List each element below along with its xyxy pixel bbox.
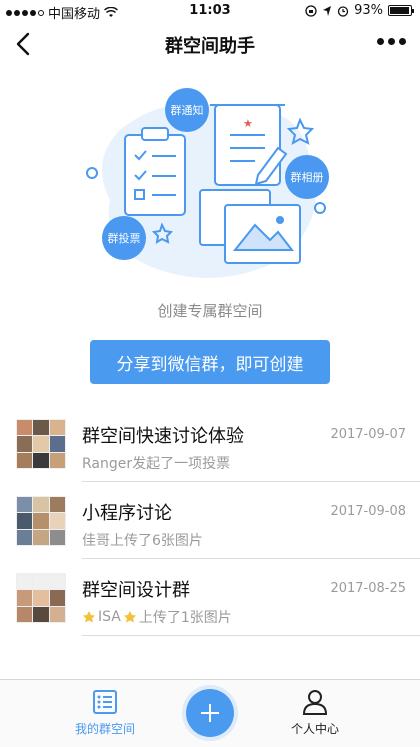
group-activity: ISA 上传了1张图片 xyxy=(82,607,232,627)
group-list: 群空间快速讨论体验 2017-09-07 Ranger发起了一项投票 小程序讨论… xyxy=(0,405,420,636)
plus-icon xyxy=(201,704,219,722)
nav-bar: 群空间助手 xyxy=(0,22,420,66)
group-notice-bubble: 群通知 xyxy=(165,88,209,132)
page-title: 群空间助手 xyxy=(165,36,255,57)
person-icon xyxy=(302,690,328,715)
group-date: 2017-09-08 xyxy=(330,504,406,519)
share-to-group-button[interactable]: 分享到微信群，即可创建 xyxy=(90,340,330,384)
status-right: 93% xyxy=(305,3,414,18)
tab-profile-label: 个人中心 xyxy=(290,722,339,736)
group-avatar xyxy=(16,573,66,623)
hero-illustration: ★ 群通知 群相册 群投票 xyxy=(80,88,340,290)
group-date: 2017-08-25 xyxy=(330,581,406,596)
group-activity: 佳哥上传了6张图片 xyxy=(82,530,203,550)
status-bar: 中国移动 11:03 93% xyxy=(0,0,420,22)
battery-percent: 93% xyxy=(354,3,383,18)
activity-text: 上传了1张图片 xyxy=(138,610,232,626)
activity-text: 佳哥上传了6张图片 xyxy=(82,533,203,549)
svg-text:★: ★ xyxy=(243,117,253,130)
group-date: 2017-09-07 xyxy=(330,427,406,442)
tab-profile[interactable]: 个人中心 xyxy=(260,688,370,737)
divider xyxy=(82,635,420,636)
group-title: 群空间快速讨论体验 xyxy=(82,426,244,447)
activity-text: Ranger发起了一项投票 xyxy=(82,456,231,472)
group-title: 群空间设计群 xyxy=(82,580,190,601)
rotation-lock-icon xyxy=(305,4,317,17)
list-item[interactable]: 群空间设计群 2017-08-25 ISA 上传了1张图片 xyxy=(0,559,420,636)
tab-my-spaces[interactable]: 我的群空间 xyxy=(50,688,160,737)
crown-badge-icon xyxy=(83,611,95,623)
group-vote-bubble: 群投票 xyxy=(102,216,146,260)
location-icon xyxy=(323,5,332,16)
list-item[interactable]: 小程序讨论 2017-09-08 佳哥上传了6张图片 xyxy=(0,482,420,559)
group-album-bubble: 群相册 xyxy=(285,155,329,199)
group-avatar xyxy=(16,419,66,469)
alarm-icon xyxy=(337,5,349,17)
list-icon xyxy=(93,690,117,714)
group-avatar xyxy=(16,496,66,546)
tab-my-spaces-label: 我的群空间 xyxy=(74,722,135,736)
more-options-icon[interactable] xyxy=(377,38,406,45)
battery-icon xyxy=(388,5,414,16)
group-activity: Ranger发起了一项投票 xyxy=(82,453,230,473)
create-button[interactable] xyxy=(186,689,234,737)
crown-badge-icon xyxy=(123,611,136,623)
activity-user: ISA xyxy=(98,609,121,625)
group-title: 小程序讨论 xyxy=(82,503,172,524)
list-item[interactable]: 群空间快速讨论体验 2017-09-07 Ranger发起了一项投票 xyxy=(0,405,420,482)
create-caption: 创建专属群空间 xyxy=(157,302,263,320)
